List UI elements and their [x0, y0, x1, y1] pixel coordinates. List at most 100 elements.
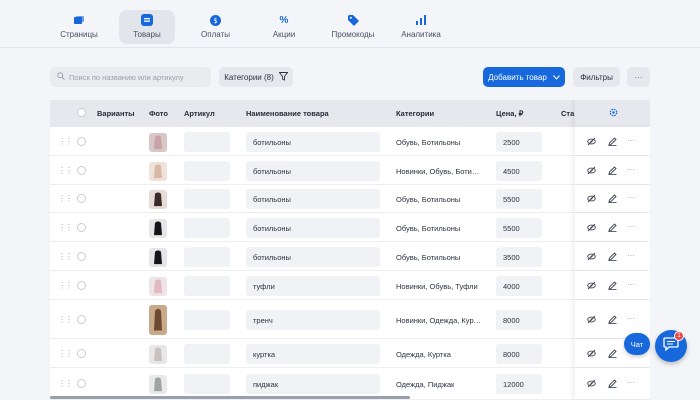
drag-handle-icon[interactable]: ⋮⋮	[58, 223, 73, 232]
hide-icon[interactable]	[587, 166, 596, 177]
hide-icon[interactable]	[587, 349, 596, 360]
edit-icon[interactable]	[608, 349, 617, 360]
product-name-input[interactable]: ботильоны	[246, 247, 380, 267]
product-photo[interactable]	[149, 374, 167, 394]
drag-handle-icon[interactable]: ⋮⋮	[58, 166, 73, 175]
drag-handle-icon[interactable]: ⋮⋮	[58, 252, 73, 261]
tab-pages[interactable]: Страницы	[52, 10, 106, 44]
price-input[interactable]: 12000	[496, 374, 542, 394]
row-checkbox[interactable]	[77, 137, 86, 146]
table-row[interactable]: ⋮⋮ ботильоны Обувь, Ботильоны 5500 ···	[50, 213, 650, 242]
product-name-input[interactable]: ботильоны	[246, 189, 380, 209]
hide-icon[interactable]	[587, 281, 596, 292]
hide-icon[interactable]	[587, 315, 596, 326]
row-checkbox[interactable]	[77, 379, 86, 388]
product-name-input[interactable]: ботильоны	[246, 132, 380, 152]
sku-input[interactable]	[184, 310, 230, 330]
edit-icon[interactable]	[608, 166, 617, 177]
price-input[interactable]: 8000	[496, 310, 542, 330]
edit-icon[interactable]	[608, 281, 617, 292]
sku-input[interactable]	[184, 247, 230, 267]
sku-input[interactable]	[184, 374, 230, 394]
more-icon[interactable]: ···	[627, 193, 635, 202]
row-checkbox[interactable]	[77, 194, 86, 203]
product-name-input[interactable]: куртка	[246, 344, 380, 364]
add-product-button[interactable]: Добавить товар	[483, 67, 565, 87]
sku-input[interactable]	[184, 161, 230, 181]
price-input[interactable]: 8000	[496, 344, 542, 364]
price-input[interactable]: 4000	[496, 276, 542, 296]
more-icon[interactable]: ···	[627, 251, 635, 260]
price-input[interactable]: 4500	[496, 161, 542, 181]
table-row[interactable]: ⋮⋮ ботильоны Новинки, Обувь, Ботильоны 4500…	[50, 156, 650, 185]
drag-handle-icon[interactable]: ⋮⋮	[58, 379, 73, 388]
product-name-input[interactable]: туфли	[246, 276, 380, 296]
sku-input[interactable]	[184, 276, 230, 296]
filters-button[interactable]: Фильтры	[573, 67, 620, 87]
sku-input[interactable]	[184, 344, 230, 364]
edit-icon[interactable]	[608, 252, 617, 263]
price-input[interactable]: 2500	[496, 132, 542, 152]
edit-icon[interactable]	[608, 137, 617, 148]
table-row[interactable]: ⋮⋮ ботильоны Обувь, Ботильоны 5500 ···	[50, 185, 650, 213]
categories-button[interactable]: Категории (8)	[219, 67, 293, 87]
product-photo[interactable]	[149, 189, 167, 209]
product-photo[interactable]	[149, 344, 167, 364]
product-photo[interactable]	[149, 161, 167, 181]
table-row[interactable]: ⋮⋮ тренч Новинки, Одежда, Куртки 8000 ···	[50, 300, 650, 339]
more-button[interactable]: ···	[627, 67, 650, 87]
drag-handle-icon[interactable]: ⋮⋮	[58, 137, 73, 146]
tab-products[interactable]: Товары	[119, 10, 175, 44]
chat-label[interactable]: Чат	[624, 333, 650, 355]
product-photo[interactable]	[149, 247, 167, 267]
row-checkbox[interactable]	[77, 281, 86, 290]
edit-icon[interactable]	[608, 194, 617, 205]
row-checkbox[interactable]	[77, 252, 86, 261]
more-icon[interactable]: ···	[627, 222, 635, 231]
product-name-input[interactable]: ботильоны	[246, 218, 380, 238]
edit-icon[interactable]	[608, 315, 617, 326]
hide-icon[interactable]	[587, 379, 596, 390]
drag-handle-icon[interactable]: ⋮⋮	[58, 194, 73, 203]
sku-input[interactable]	[184, 189, 230, 209]
row-checkbox[interactable]	[77, 223, 86, 232]
hide-icon[interactable]	[587, 194, 596, 205]
more-icon[interactable]: ···	[627, 165, 635, 174]
select-all-checkbox[interactable]	[77, 108, 86, 117]
product-photo[interactable]	[149, 132, 167, 152]
product-name-input[interactable]: ботильоны	[246, 161, 380, 181]
gear-icon[interactable]	[609, 108, 618, 119]
product-photo[interactable]	[149, 305, 167, 335]
horizontal-scrollbar[interactable]	[50, 396, 410, 399]
hide-icon[interactable]	[587, 252, 596, 263]
price-input[interactable]: 5500	[496, 189, 542, 209]
table-row[interactable]: ⋮⋮ ботильоны Обувь, Ботильоны 2500 ···	[50, 127, 650, 156]
table-row[interactable]: ⋮⋮курткаОдежда, Куртка8000···	[50, 339, 650, 368]
table-row[interactable]: ⋮⋮ ботильоны Обувь, Ботильоны 3500 ···	[50, 242, 650, 271]
edit-icon[interactable]	[608, 379, 617, 390]
more-icon[interactable]: ···	[627, 136, 635, 145]
product-photo[interactable]	[149, 218, 167, 238]
table-row[interactable]: ⋮⋮ туфли Новинки, Обувь, Туфли 4000 ···	[50, 271, 650, 300]
more-icon[interactable]: ···	[627, 280, 635, 289]
drag-handle-icon[interactable]: ⋮⋮	[58, 315, 73, 324]
price-input[interactable]: 3500	[496, 247, 542, 267]
drag-handle-icon[interactable]: ⋮⋮	[58, 281, 73, 290]
edit-icon[interactable]	[608, 223, 617, 234]
row-checkbox[interactable]	[77, 349, 86, 358]
tab-promocodes[interactable]: Промокоды	[326, 10, 380, 44]
sku-input[interactable]	[184, 132, 230, 152]
sku-input[interactable]	[184, 218, 230, 238]
product-name-input[interactable]: пиджак	[246, 374, 380, 394]
more-icon[interactable]: ···	[627, 314, 635, 323]
price-input[interactable]: 5500	[496, 218, 542, 238]
hide-icon[interactable]	[587, 223, 596, 234]
search-input[interactable]	[69, 72, 209, 82]
tab-analytics[interactable]: Аналитика	[397, 10, 445, 44]
tab-promotions[interactable]: % Акции	[262, 10, 306, 44]
more-icon[interactable]: ···	[627, 378, 635, 387]
tab-payments[interactable]: $ Оплаты	[193, 10, 238, 44]
row-checkbox[interactable]	[77, 166, 86, 175]
drag-handle-icon[interactable]: ⋮⋮	[58, 349, 73, 358]
product-name-input[interactable]: тренч	[246, 310, 380, 330]
